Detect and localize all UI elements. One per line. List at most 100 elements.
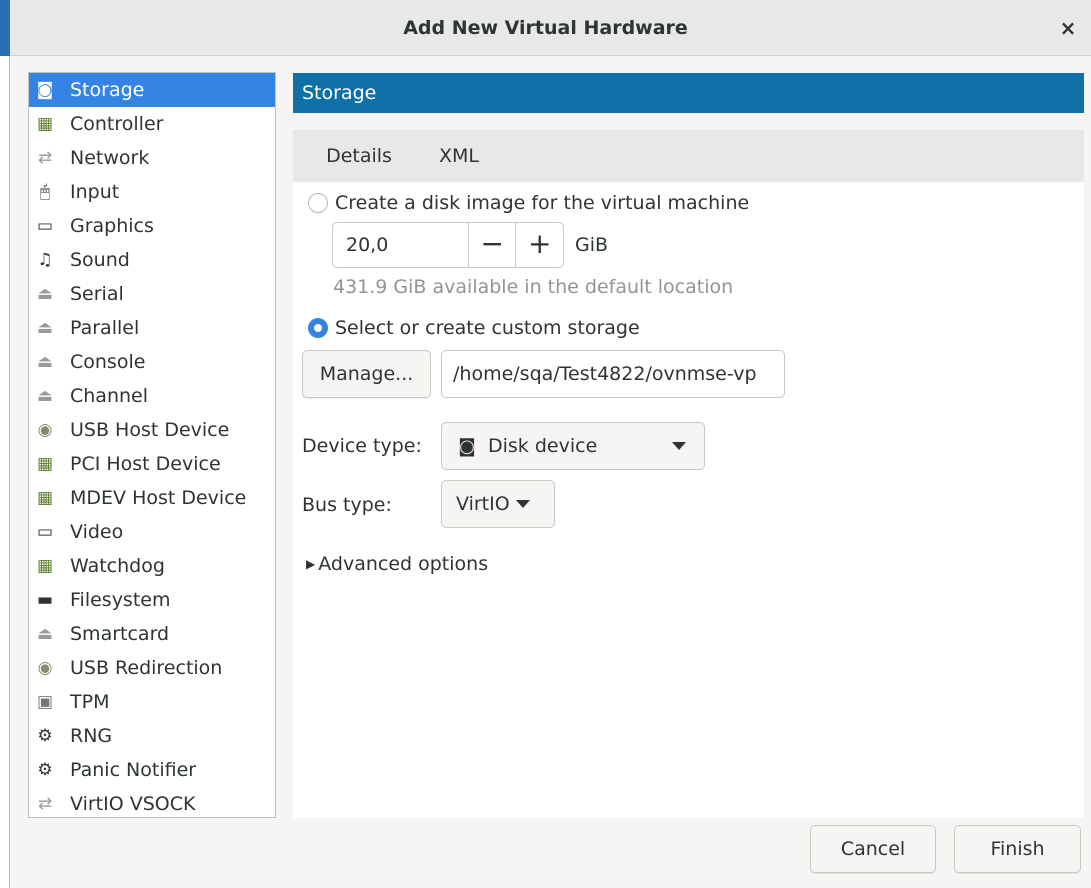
hardware-item-label: Filesystem (70, 589, 171, 611)
finish-button[interactable]: Finish (954, 825, 1081, 873)
expander-arrow-icon: ▶ (306, 557, 316, 571)
console-port-icon: ⏏ (36, 352, 54, 372)
hardware-item-usb-redirection[interactable]: ◉ USB Redirection (29, 651, 275, 685)
hardware-item-usb-host-device[interactable]: ◉ USB Host Device (29, 413, 275, 447)
hardware-list: ◙ Storage ▦ Controller ⇄ Network 🖱 Input… (28, 72, 276, 818)
device-type-value: Disk device (488, 435, 598, 457)
bus-type-label: Bus type: (302, 494, 392, 516)
hardware-item-label: Parallel (70, 317, 140, 339)
monitor-icon: ▭ (36, 216, 54, 236)
chevron-down-icon (515, 500, 530, 508)
hardware-item-label: TPM (70, 691, 110, 713)
advanced-options-expander[interactable]: ▶ Advanced options (306, 551, 488, 577)
monitor-icon: ▭ (36, 522, 54, 542)
disk-size-spinbutton[interactable]: 20,0 − + (332, 222, 564, 268)
usb-icon: ◉ (37, 420, 53, 440)
hardware-item-virtio-vsock[interactable]: ⇄ VirtIO VSOCK (29, 787, 275, 821)
window-title: Add New Virtual Hardware (403, 17, 688, 39)
gears-icon: ⚙ (37, 760, 53, 780)
hardware-item-console[interactable]: ⏏ Console (29, 345, 275, 379)
disk-size-value[interactable]: 20,0 (333, 223, 468, 267)
close-button[interactable]: × (1054, 14, 1082, 42)
serial-port-icon: ⏏ (36, 284, 54, 304)
smartcard-port-icon: ⏏ (36, 624, 54, 644)
hardware-item-rng[interactable]: ⚙ RNG (29, 719, 275, 753)
hardware-item-label: Network (70, 147, 150, 169)
hardware-item-input[interactable]: 🖱 Input (29, 175, 275, 209)
network-arrows-icon: ⇄ (37, 148, 53, 168)
folder-icon: ▬ (36, 590, 54, 610)
tab-xml[interactable]: XML (428, 130, 490, 182)
hardware-item-network[interactable]: ⇄ Network (29, 141, 275, 175)
hardware-item-pci-host-device[interactable]: ▦ PCI Host Device (29, 447, 275, 481)
hardware-item-parallel[interactable]: ⏏ Parallel (29, 311, 275, 345)
hardware-item-panic-notifier[interactable]: ⚙ Panic Notifier (29, 753, 275, 787)
hardware-item-label: RNG (70, 725, 113, 747)
hardware-item-label: PCI Host Device (70, 453, 221, 475)
hardware-item-label: Console (70, 351, 146, 373)
hardware-item-label: USB Redirection (70, 657, 223, 679)
parallel-port-icon: ⏏ (36, 318, 54, 338)
chevron-down-icon (672, 442, 686, 450)
pci-card-icon: ▦ (36, 488, 54, 508)
hardware-item-label: Sound (70, 249, 130, 271)
hardware-item-sound[interactable]: ♫ Sound (29, 243, 275, 277)
chip-icon: ▣ (36, 692, 54, 712)
hardware-item-label: MDEV Host Device (70, 487, 247, 509)
size-unit-label: GiB (575, 234, 609, 256)
tab-details[interactable]: Details (310, 130, 408, 186)
bus-type-value: VirtIO (456, 493, 510, 515)
hardware-item-label: Panic Notifier (70, 759, 197, 781)
pci-card-icon: ▦ (36, 454, 54, 474)
device-type-label: Device type: (302, 435, 422, 457)
hardware-item-filesystem[interactable]: ▬ Filesystem (29, 583, 275, 617)
hardware-item-label: Controller (70, 113, 164, 135)
hardware-item-label: Watchdog (70, 555, 165, 577)
network-arrows-icon: ⇄ (37, 794, 53, 814)
usb-icon: ◉ (37, 658, 53, 678)
device-type-dropdown[interactable]: ◙ Disk device (441, 422, 705, 470)
cancel-button[interactable]: Cancel (810, 825, 936, 873)
pci-card-icon: ▦ (36, 114, 54, 134)
hardware-item-label: Channel (70, 385, 149, 407)
increment-button[interactable]: + (515, 223, 563, 267)
gears-icon: ⚙ (37, 726, 53, 746)
hardware-item-channel[interactable]: ⏏ Channel (29, 379, 275, 413)
available-space-label: 431.9 GiB available in the default locat… (333, 276, 734, 298)
hardware-item-mdev-host-device[interactable]: ▦ MDEV Host Device (29, 481, 275, 515)
disk-icon: ◙ (458, 435, 476, 457)
custom-storage-radio[interactable] (308, 318, 328, 338)
hardware-item-label: VirtIO VSOCK (70, 793, 196, 815)
disk-icon: ◙ (36, 80, 54, 100)
hardware-item-serial[interactable]: ⏏ Serial (29, 277, 275, 311)
hardware-item-label: USB Host Device (70, 419, 230, 441)
hardware-item-label: Input (70, 181, 120, 203)
background-window-edge (0, 0, 10, 888)
hardware-item-video[interactable]: ▭ Video (29, 515, 275, 549)
decrement-button[interactable]: − (467, 223, 516, 267)
pci-card-icon: ▦ (36, 556, 54, 576)
create-disk-label[interactable]: Create a disk image for the virtual mach… (335, 190, 749, 216)
hardware-item-label: Video (70, 521, 124, 543)
hardware-item-controller[interactable]: ▦ Controller (29, 107, 275, 141)
hardware-item-label: Smartcard (70, 623, 170, 645)
create-disk-radio[interactable] (308, 193, 328, 213)
hardware-item-storage[interactable]: ◙ Storage (29, 73, 275, 107)
pane-header: Storage (293, 73, 1084, 113)
custom-storage-label[interactable]: Select or create custom storage (335, 315, 640, 341)
sound-card-icon: ♫ (37, 250, 53, 270)
channel-port-icon: ⏏ (36, 386, 54, 406)
hardware-item-label: Graphics (70, 215, 154, 237)
hardware-item-smartcard[interactable]: ⏏ Smartcard (29, 617, 275, 651)
storage-path-input[interactable]: /home/sqa/Test4822/ovnmse-vp (441, 350, 785, 398)
manage-button[interactable]: Manage... (302, 350, 431, 398)
hardware-item-label: Serial (70, 283, 124, 305)
hardware-item-tpm[interactable]: ▣ TPM (29, 685, 275, 719)
mouse-icon: 🖱 (39, 182, 51, 202)
hardware-item-label: Storage (70, 79, 145, 101)
bus-type-dropdown[interactable]: VirtIO (441, 480, 555, 528)
tab-bar: Details XML (293, 130, 1084, 186)
hardware-item-watchdog[interactable]: ▦ Watchdog (29, 549, 275, 583)
advanced-options-label: Advanced options (318, 553, 489, 575)
hardware-item-graphics[interactable]: ▭ Graphics (29, 209, 275, 243)
